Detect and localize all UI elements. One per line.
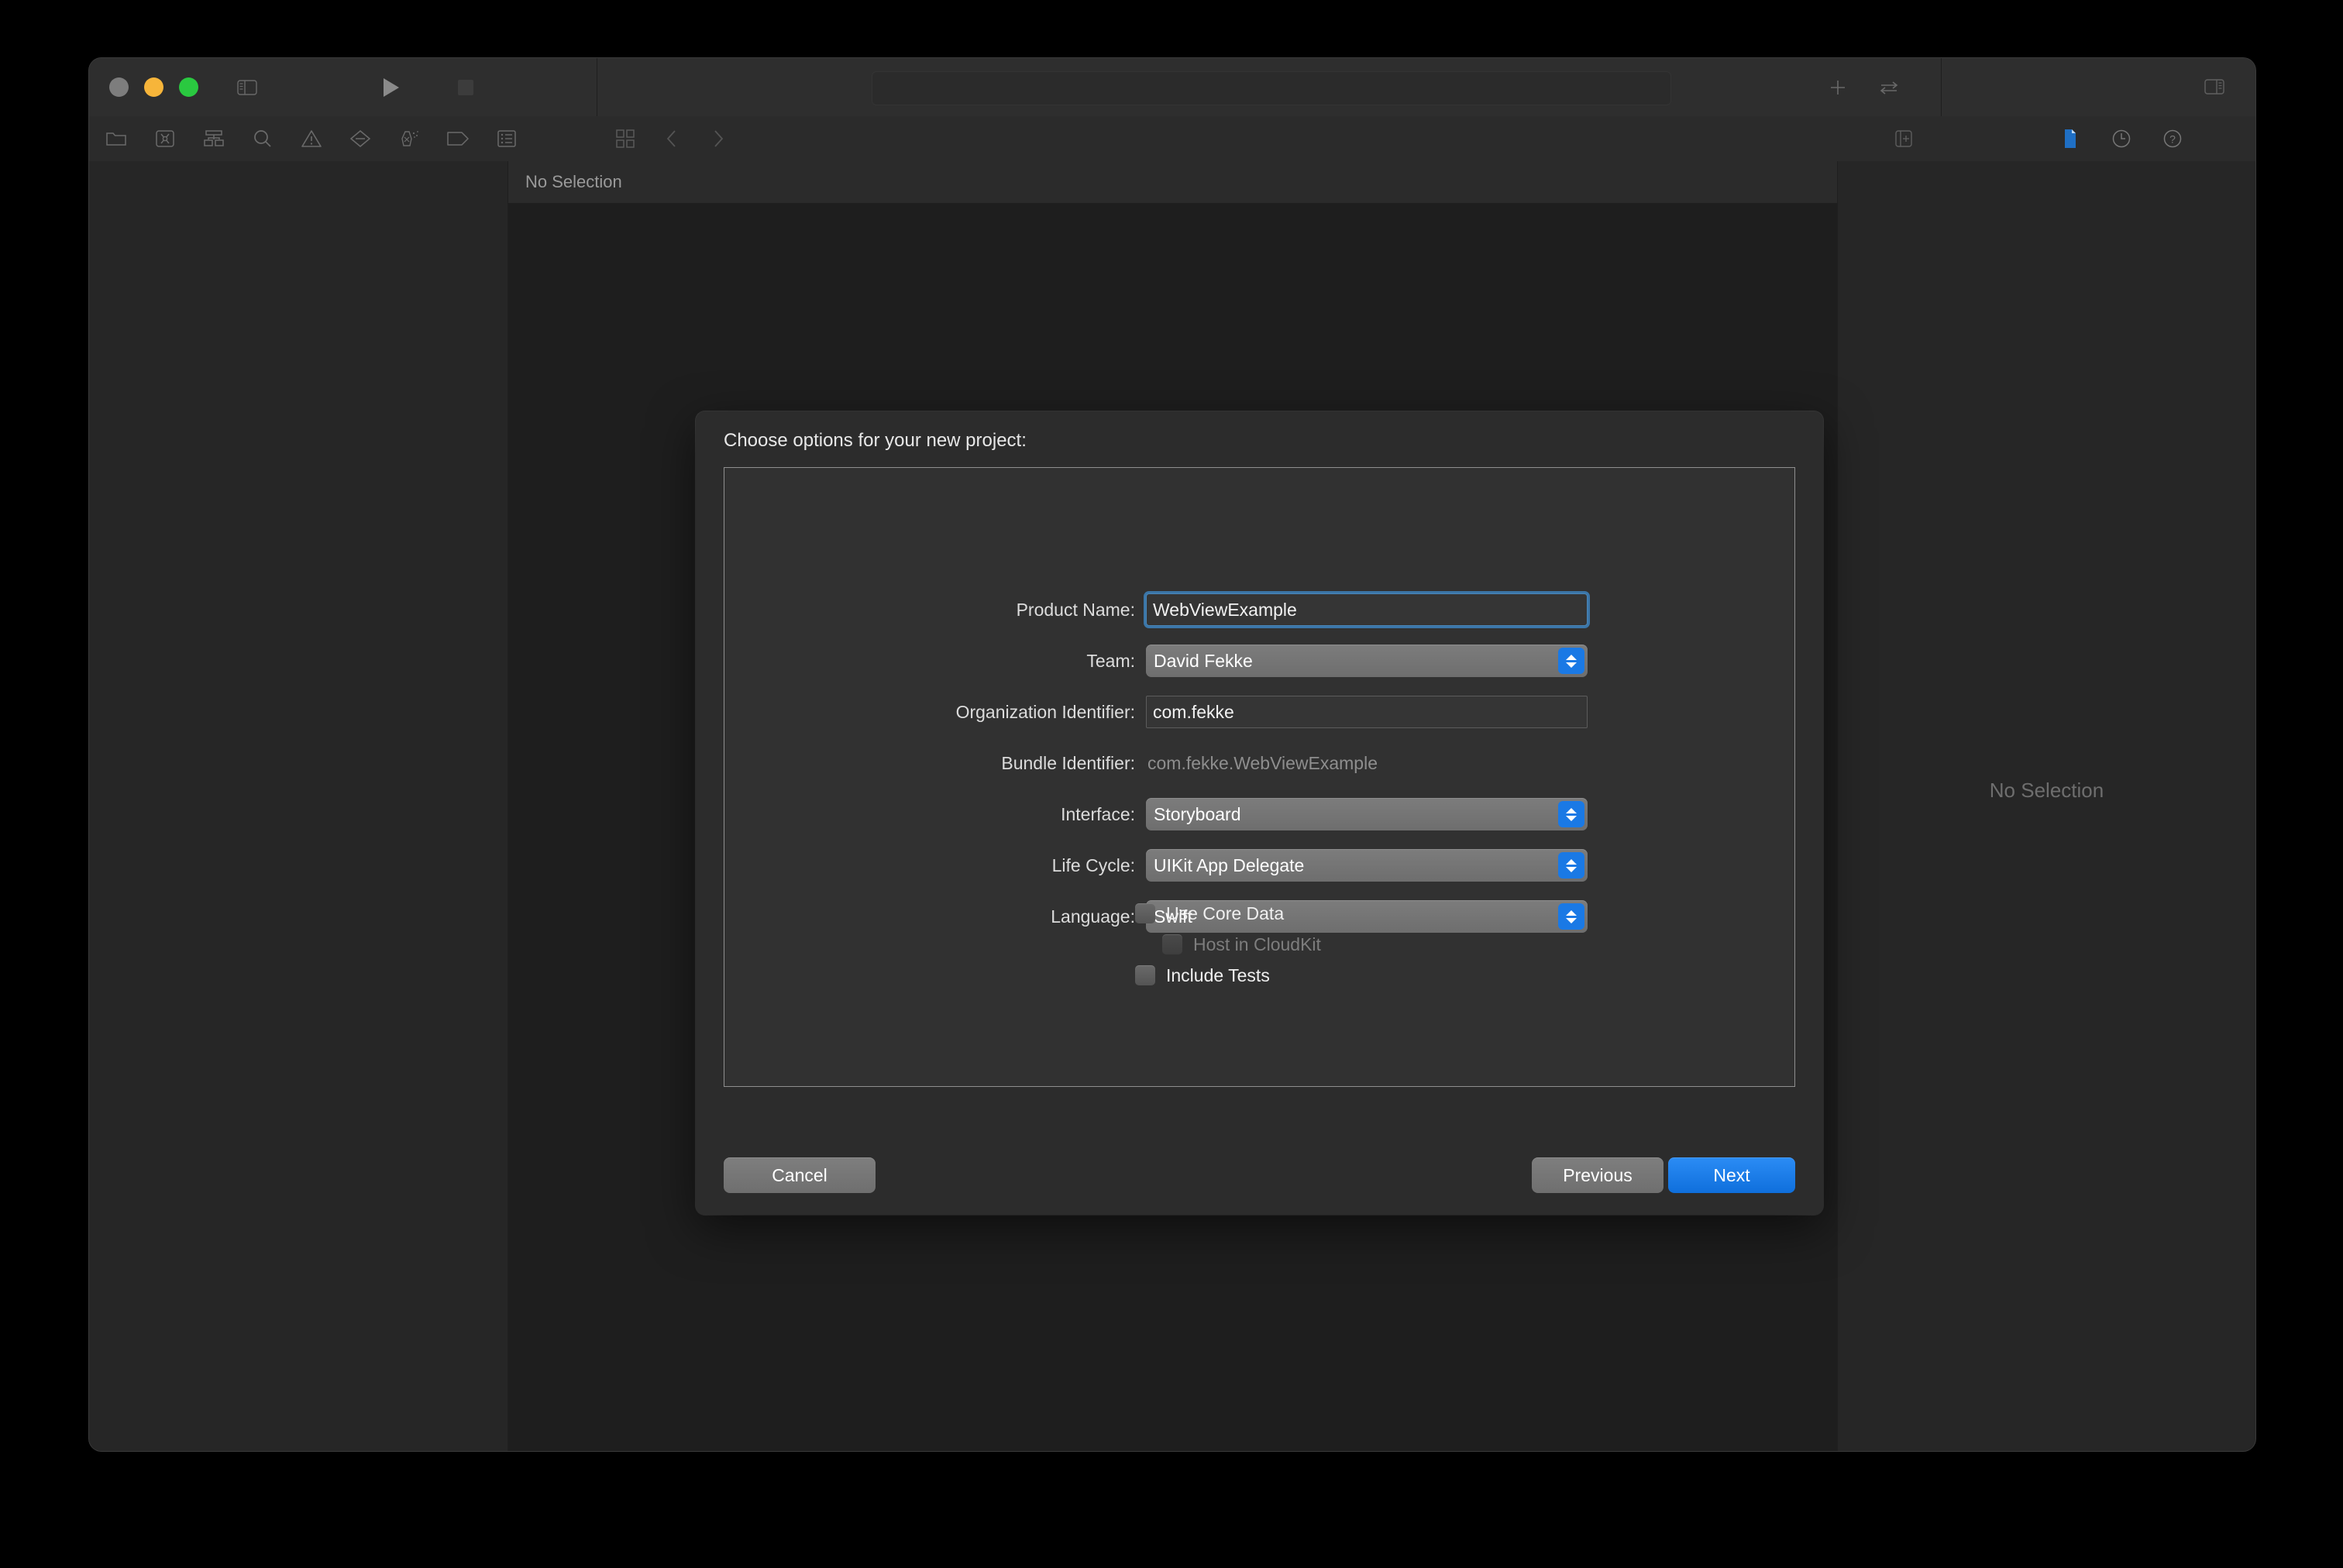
stepper-arrows-icon[interactable] — [1558, 801, 1584, 827]
report-navigator-icon[interactable] — [494, 129, 520, 149]
interface-popup-value: Storyboard — [1154, 803, 1241, 824]
toolbar-right-icons — [1825, 58, 1902, 116]
related-items-icon[interactable] — [612, 129, 638, 149]
product-name-input[interactable] — [1146, 593, 1588, 626]
editor-jumpbar[interactable]: No Selection — [508, 161, 1837, 204]
dialog-content-panel: Product Name: Team: David Fekke — [724, 467, 1795, 1087]
next-button[interactable]: Next — [1668, 1157, 1795, 1193]
history-inspector-icon[interactable] — [2108, 129, 2135, 149]
svg-text:?: ? — [2169, 133, 2176, 146]
stepper-arrows-icon[interactable] — [1558, 648, 1584, 674]
field-row-bundle-identifier: Bundle Identifier: com.fekke.WebViewExam… — [724, 738, 1794, 789]
field-row-product-name: Product Name: — [724, 584, 1794, 635]
source-control-navigator-icon[interactable] — [152, 129, 178, 149]
close-window-button[interactable] — [109, 77, 129, 97]
issue-navigator-icon[interactable] — [298, 129, 325, 149]
hierarchy-navigator-icon[interactable] — [201, 129, 227, 149]
project-navigator-icon[interactable] — [103, 129, 129, 149]
dialog-title: Choose options for your new project: — [724, 430, 1027, 451]
inspector-tab-bar: ? — [2057, 116, 2186, 161]
traffic-lights — [109, 77, 198, 97]
swap-arrows-icon[interactable] — [1876, 77, 1902, 98]
host-in-cloudkit-label: Host in CloudKit — [1193, 934, 1321, 954]
host-in-cloudkit-checkbox — [1162, 934, 1182, 954]
navigator-tab-bar — [103, 116, 520, 161]
field-row-life-cycle: Life Cycle: UIKit App Delegate — [724, 840, 1794, 891]
life-cycle-popup-value: UIKit App Delegate — [1154, 854, 1305, 875]
toolbar-divider-right — [1941, 58, 1942, 116]
project-options-form: Product Name: Team: David Fekke — [724, 584, 1794, 942]
include-tests-checkbox[interactable] — [1135, 965, 1155, 985]
add-editor-icon[interactable] — [1891, 129, 1917, 149]
checkbox-row-use-core-data[interactable]: Use Core Data — [724, 898, 1794, 929]
left-sidebar-toggle-icon[interactable] — [234, 77, 260, 98]
field-row-organization-identifier: Organization Identifier: — [724, 686, 1794, 738]
field-row-interface: Interface: Storyboard — [724, 789, 1794, 840]
use-core-data-label: Use Core Data — [1166, 903, 1285, 923]
quick-help-inspector-icon[interactable]: ? — [2159, 129, 2186, 149]
tag-navigator-icon[interactable] — [445, 129, 471, 149]
find-navigator-icon[interactable] — [249, 129, 276, 149]
navigator-toolbar: ? — [89, 116, 2255, 162]
interface-label: Interface: — [1061, 803, 1135, 824]
organization-identifier-label: Organization Identifier: — [955, 701, 1135, 722]
play-icon[interactable] — [378, 77, 404, 98]
chevron-left-icon[interactable] — [659, 129, 685, 149]
zoom-window-button[interactable] — [179, 77, 198, 97]
stop-icon[interactable] — [452, 77, 479, 98]
xcode-window: ? No Selection No Selection Choose optio… — [89, 58, 2255, 1451]
checkbox-row-include-tests[interactable]: Include Tests — [724, 960, 1794, 991]
checkbox-row-host-in-cloudkit: Host in CloudKit — [724, 929, 1794, 960]
jumpbar-selection-label: No Selection — [525, 172, 622, 191]
inspector-empty-label: No Selection — [1989, 779, 2104, 802]
jumpbar-controls — [603, 116, 731, 161]
test-navigator-icon[interactable] — [396, 129, 422, 149]
right-sidebar-toggle-icon[interactable] — [2201, 77, 2228, 97]
interface-popup-button[interactable]: Storyboard — [1146, 798, 1588, 830]
stepper-arrows-icon[interactable] — [1558, 852, 1584, 879]
use-core-data-checkbox[interactable] — [1135, 903, 1155, 923]
team-label: Team: — [1086, 650, 1135, 671]
minimize-window-button[interactable] — [144, 77, 163, 97]
life-cycle-label: Life Cycle: — [1051, 854, 1135, 875]
product-name-label: Product Name: — [1016, 599, 1135, 620]
dialog-footer: Cancel Previous Next — [724, 1157, 1795, 1193]
bundle-identifier-label: Bundle Identifier: — [1001, 752, 1135, 773]
run-controls — [378, 77, 479, 98]
organization-identifier-input[interactable] — [1146, 696, 1588, 728]
chevron-right-icon[interactable] — [705, 129, 731, 149]
previous-button[interactable]: Previous — [1532, 1157, 1663, 1193]
file-inspector-icon[interactable] — [2057, 129, 2083, 149]
activity-status-view — [872, 71, 1671, 105]
include-tests-label: Include Tests — [1166, 965, 1270, 985]
project-options-checkboxes: Use Core Data Host in CloudKit Include T… — [724, 898, 1794, 991]
window-titlebar — [89, 58, 2255, 117]
team-popup-value: David Fekke — [1154, 650, 1253, 671]
breakpoint-navigator-icon[interactable] — [347, 129, 373, 149]
team-popup-button[interactable]: David Fekke — [1146, 645, 1588, 677]
plus-icon[interactable] — [1825, 77, 1851, 98]
life-cycle-popup-button[interactable]: UIKit App Delegate — [1146, 849, 1588, 882]
bundle-identifier-value: com.fekke.WebViewExample — [1147, 752, 1378, 773]
cancel-button[interactable]: Cancel — [724, 1157, 876, 1193]
inspector-pane: No Selection — [1837, 161, 2255, 1451]
navigator-pane[interactable] — [89, 161, 508, 1451]
field-row-team: Team: David Fekke — [724, 635, 1794, 686]
new-project-options-dialog: Choose options for your new project: Pro… — [696, 411, 1823, 1215]
